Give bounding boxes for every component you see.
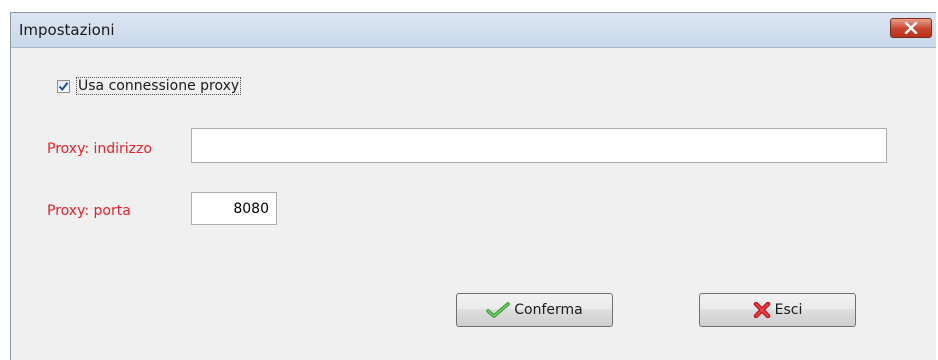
confirm-button[interactable]: Conferma bbox=[456, 293, 613, 327]
proxy-address-label: Proxy: indirizzo bbox=[47, 141, 152, 157]
proxy-port-input[interactable] bbox=[191, 192, 277, 225]
close-icon bbox=[904, 22, 918, 34]
use-proxy-label[interactable]: Usa connessione proxy bbox=[76, 77, 242, 95]
confirm-label: Conferma bbox=[514, 302, 583, 318]
checkmark-small-icon bbox=[58, 81, 69, 91]
close-button[interactable] bbox=[890, 18, 932, 38]
title-bar: Impostazioni bbox=[11, 13, 936, 48]
settings-dialog: Impostazioni Usa connessione proxy Proxy… bbox=[10, 12, 936, 360]
exit-label: Esci bbox=[774, 302, 803, 318]
proxy-address-input[interactable] bbox=[191, 128, 887, 163]
red-x-icon bbox=[753, 302, 771, 318]
checkmark-icon bbox=[486, 302, 510, 318]
dialog-body: Usa connessione proxy Proxy: indirizzo P… bbox=[11, 48, 936, 360]
use-proxy-checkbox[interactable] bbox=[57, 79, 70, 93]
use-proxy-option[interactable]: Usa connessione proxy bbox=[57, 77, 242, 95]
proxy-port-label: Proxy: porta bbox=[47, 203, 131, 219]
exit-button[interactable]: Esci bbox=[699, 293, 856, 327]
window-title: Impostazioni bbox=[19, 21, 115, 39]
